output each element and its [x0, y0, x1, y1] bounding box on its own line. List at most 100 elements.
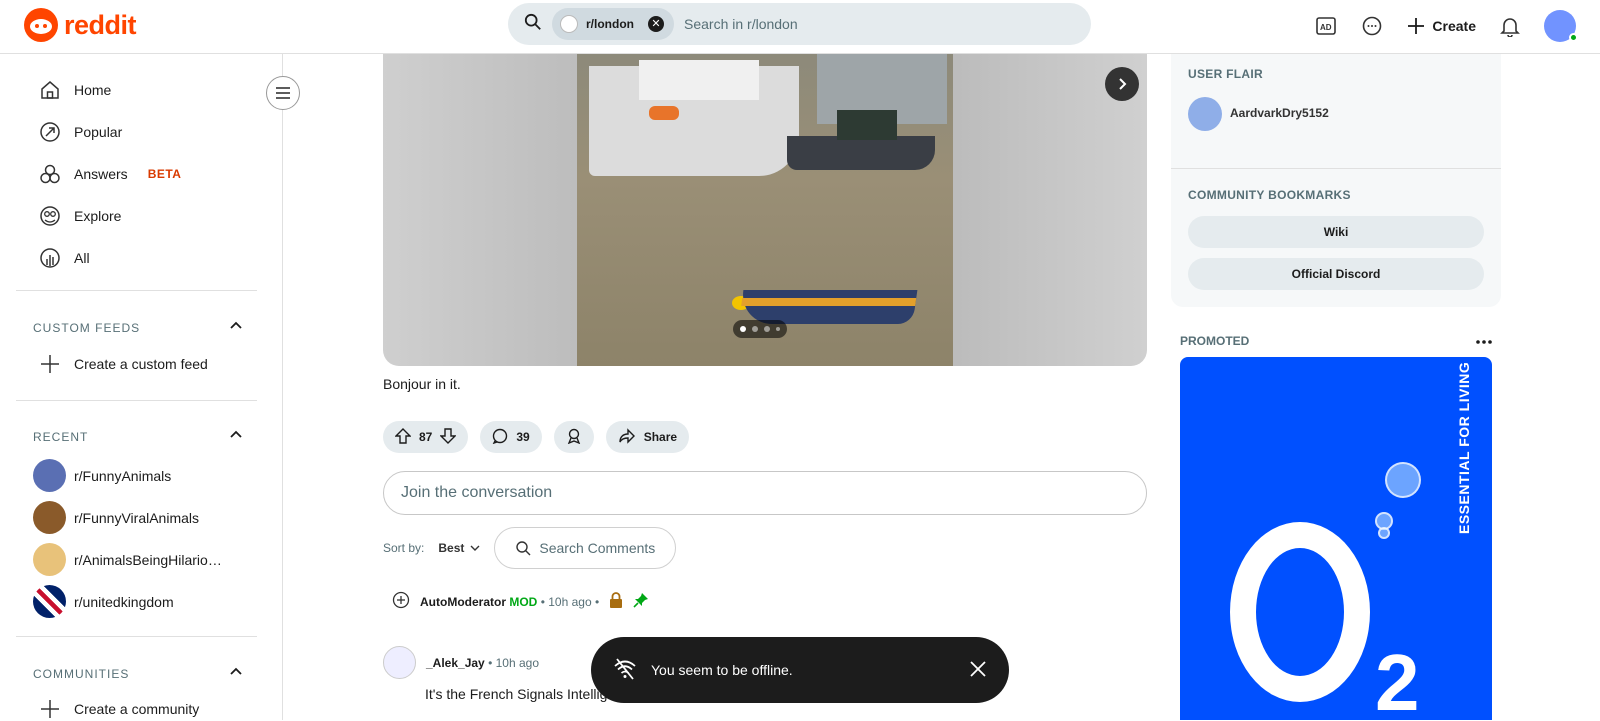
- recent-item-label: r/unitedkingdom: [74, 593, 174, 610]
- carousel-next-button[interactable]: [1105, 67, 1139, 101]
- create-label: Create: [1432, 18, 1476, 34]
- offline-toast: You seem to be offline.: [591, 637, 1009, 703]
- bookmark-wiki-button[interactable]: Wiki: [1188, 216, 1484, 248]
- sort-dropdown[interactable]: Best: [438, 541, 480, 555]
- notification-bell-icon[interactable]: [1498, 14, 1522, 38]
- collapse-sidebar-button[interactable]: [266, 76, 300, 110]
- comments-count: 39: [516, 430, 530, 444]
- sidebar-divider: [16, 400, 257, 401]
- community-info-card: USER FLAIR AardvarkDry5152 COMMUNITY BOO…: [1171, 54, 1501, 307]
- join-conversation-input[interactable]: Join the conversation: [383, 471, 1147, 515]
- plus-icon: [38, 352, 62, 376]
- vote-score: 87: [419, 430, 433, 444]
- flair-avatar[interactable]: [1188, 97, 1222, 131]
- nav-explore-label: Explore: [74, 208, 122, 224]
- chevron-up-icon: [229, 665, 243, 682]
- subreddit-chip-avatar: [560, 15, 578, 33]
- hamburger-icon: [276, 87, 290, 99]
- share-button[interactable]: Share: [605, 421, 690, 453]
- subreddit-avatar: [33, 585, 66, 618]
- search-bar[interactable]: r/london ✕ Search in r/london: [508, 3, 1091, 45]
- carousel-dot[interactable]: [776, 327, 780, 331]
- upvote-icon[interactable]: [394, 427, 412, 447]
- more-options-icon[interactable]: [1476, 334, 1492, 348]
- create-custom-feed[interactable]: Create a custom feed: [38, 352, 208, 376]
- comments-button[interactable]: 39: [480, 421, 542, 453]
- communities-heading: COMMUNITIES: [33, 666, 130, 681]
- svg-text:AD: AD: [1320, 23, 1332, 32]
- create-button[interactable]: Create: [1406, 16, 1476, 36]
- plus-icon: [1408, 18, 1425, 34]
- o2-logo-o: [1230, 522, 1370, 702]
- downvote-icon[interactable]: [439, 427, 458, 447]
- bubble-graphic: [1378, 527, 1390, 539]
- sidebar-divider: [16, 290, 257, 291]
- recent-header[interactable]: RECENT: [33, 428, 243, 445]
- recent-item-label: r/FunnyAnimals: [74, 467, 172, 484]
- pinned-icon: [633, 592, 649, 611]
- subreddit-avatar: [33, 543, 66, 576]
- recent-item-label: r/FunnyViralAnimals: [74, 509, 200, 526]
- lock-icon: [609, 592, 623, 611]
- commenter-avatar[interactable]: [383, 646, 416, 679]
- nav-popular[interactable]: Popular: [38, 120, 122, 144]
- bookmark-discord-button[interactable]: Official Discord: [1188, 258, 1484, 290]
- comment-timestamp: 10h ago: [495, 655, 539, 670]
- create-community[interactable]: Create a community: [38, 697, 199, 721]
- search-input[interactable]: Search in r/london: [684, 16, 798, 32]
- carousel-dot[interactable]: [740, 326, 746, 332]
- o2-logo-subscript: 2: [1375, 638, 1420, 720]
- nav-home[interactable]: Home: [38, 78, 111, 102]
- flair-username[interactable]: AardvarkDry5152: [1230, 106, 1329, 120]
- promoted-ad-o2[interactable]: ESSENTIAL FOR LIVING 2: [1180, 357, 1492, 720]
- recent-item-label: r/AnimalsBeingHilario…: [74, 551, 222, 568]
- post-media-carousel[interactable]: [383, 54, 1147, 366]
- recent-item-animalsbeinghilarious[interactable]: r/AnimalsBeingHilario…: [33, 543, 222, 576]
- chat-icon[interactable]: [1360, 14, 1384, 38]
- comment-author[interactable]: AutoModerator: [420, 595, 506, 609]
- carousel-dot[interactable]: [764, 326, 770, 332]
- chevron-up-icon: [229, 428, 243, 445]
- subreddit-chip-label: r/london: [586, 17, 634, 31]
- nav-all-label: All: [74, 250, 90, 266]
- nav-popular-label: Popular: [74, 124, 123, 140]
- advertise-icon[interactable]: AD: [1314, 14, 1338, 38]
- sort-value: Best: [438, 541, 465, 555]
- bookmarks-heading: COMMUNITY BOOKMARKS: [1188, 188, 1351, 202]
- user-avatar[interactable]: [1544, 10, 1578, 42]
- expand-comment-icon[interactable]: [392, 591, 410, 612]
- user-flair-heading: USER FLAIR: [1188, 67, 1263, 81]
- recent-item-unitedkingdom[interactable]: r/unitedkingdom: [33, 585, 174, 618]
- wifi-off-icon: [613, 657, 637, 683]
- award-button[interactable]: [553, 421, 594, 453]
- chevron-right-icon: [1119, 78, 1127, 90]
- custom-feeds-header[interactable]: CUSTOM FEEDS: [33, 319, 243, 336]
- recent-item-funnyanimals[interactable]: r/FunnyAnimals: [33, 459, 171, 492]
- carousel-indicator: [733, 320, 787, 338]
- toast-message: You seem to be offline.: [651, 662, 793, 678]
- online-status-indicator: [1569, 33, 1578, 42]
- carousel-dot[interactable]: [752, 326, 758, 332]
- search-icon: [524, 13, 542, 36]
- bubble-graphic: [1385, 462, 1421, 498]
- clear-chip-icon[interactable]: ✕: [648, 16, 664, 32]
- nav-all[interactable]: All: [38, 246, 90, 270]
- nav-answers[interactable]: Answers BETA: [38, 162, 181, 186]
- share-label: Share: [643, 430, 678, 444]
- top-header: reddit r/london ✕ Search in r/london AD …: [0, 0, 1600, 54]
- nav-home-label: Home: [74, 82, 112, 98]
- share-icon: [618, 427, 636, 447]
- communities-header[interactable]: COMMUNITIES: [33, 665, 243, 682]
- post-action-bar: 87 39 Share: [383, 421, 690, 453]
- promoted-label: PROMOTED: [1180, 334, 1250, 348]
- nav-explore[interactable]: Explore: [38, 204, 121, 228]
- recent-item-funnyviralanimals[interactable]: r/FunnyViralAnimals: [33, 501, 199, 534]
- recent-heading: RECENT: [33, 429, 89, 444]
- explore-icon: [38, 204, 62, 228]
- search-comments-button[interactable]: Search Comments: [494, 527, 677, 569]
- create-community-label: Create a community: [74, 701, 200, 717]
- comment-sort-bar: Sort by: Best Search Comments: [383, 527, 677, 569]
- close-icon[interactable]: [969, 660, 987, 681]
- comment-author[interactable]: _Alek_Jay: [426, 656, 485, 670]
- reddit-logo[interactable]: reddit: [24, 8, 137, 42]
